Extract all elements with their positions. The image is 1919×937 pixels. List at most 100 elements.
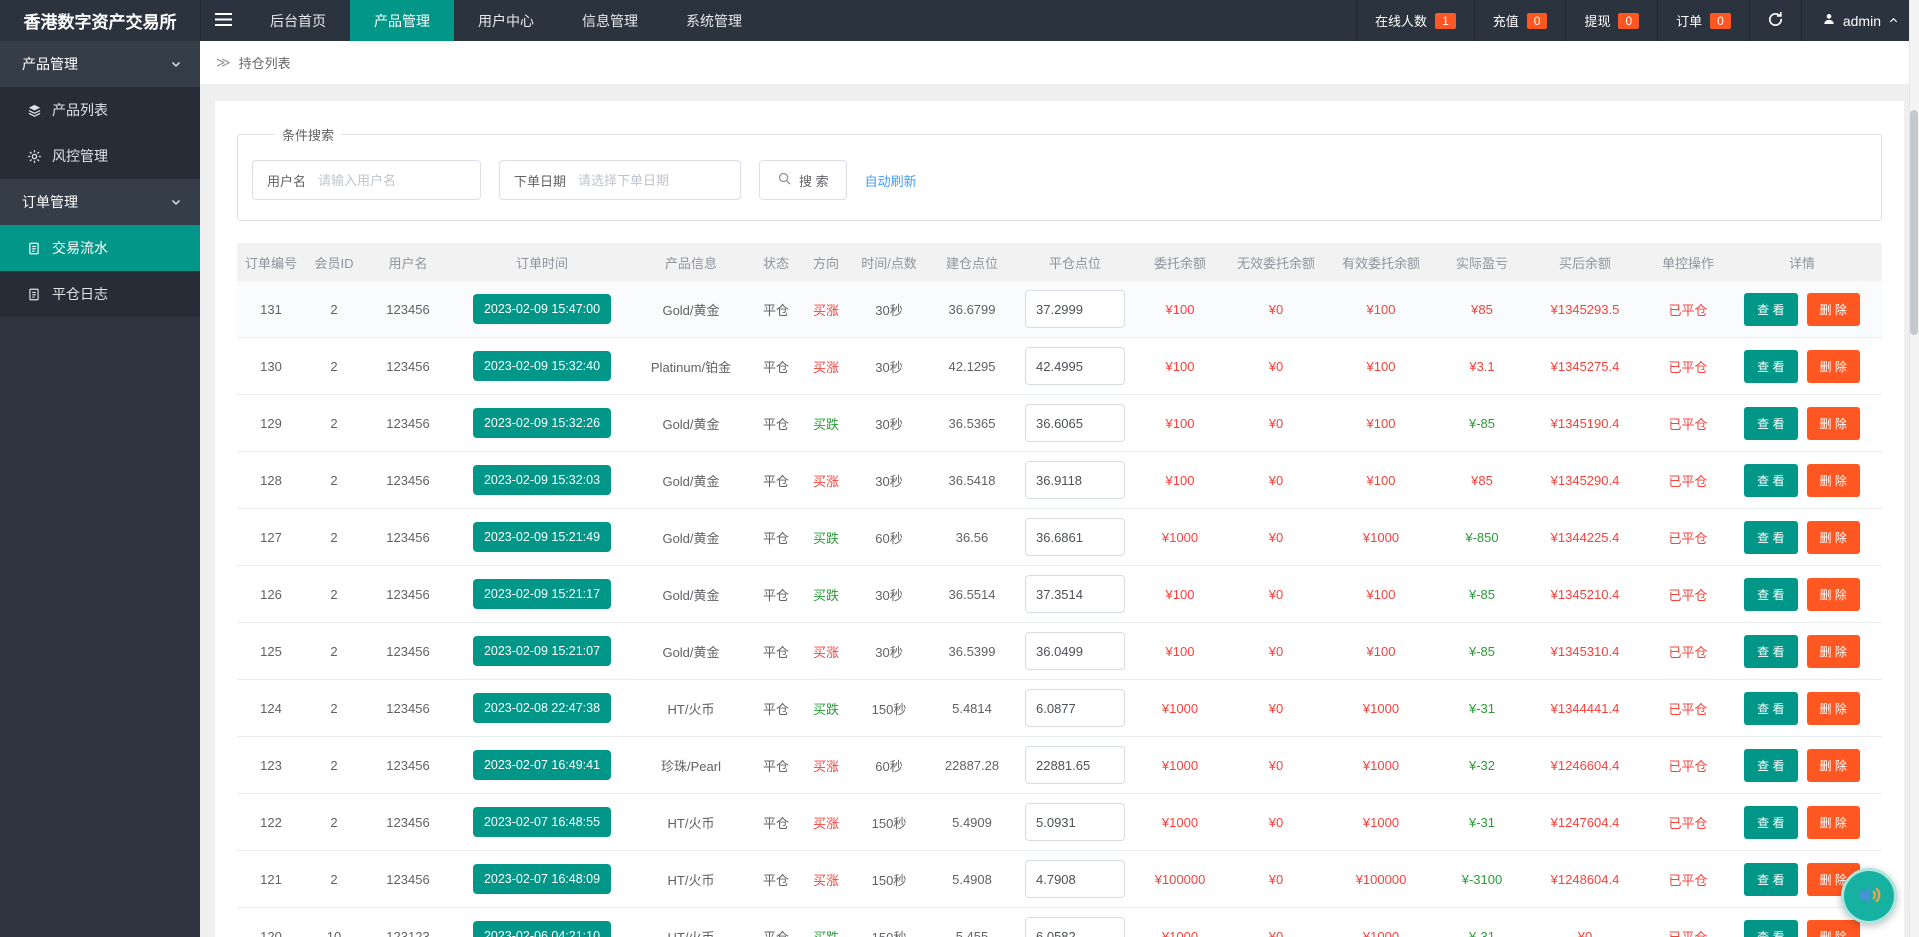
direction-text: 买跌 [812, 701, 839, 717]
nav-menu-item[interactable]: 产品管理 [350, 0, 454, 41]
after-buy-balance: ¥1248604.4 [1550, 871, 1620, 887]
nav-menu-item[interactable]: 用户中心 [454, 0, 558, 41]
close-point-input[interactable] [1025, 917, 1125, 937]
entrust-balance: ¥100 [1165, 415, 1195, 431]
after-buy-balance: ¥1345190.4 [1550, 415, 1620, 431]
nav-menu-item[interactable]: 系统管理 [662, 0, 766, 41]
close-point-input[interactable] [1025, 803, 1125, 841]
column-header: 无效委托余额 [1236, 255, 1315, 271]
delete-button[interactable]: 删 除 [1806, 577, 1860, 611]
control-status: 已平仓 [1668, 758, 1708, 774]
view-button[interactable]: 查 看 [1744, 919, 1798, 937]
nav-stat-item[interactable]: 在线人数 1 [1356, 0, 1474, 41]
view-button[interactable]: 查 看 [1744, 577, 1798, 611]
close-point-input[interactable] [1025, 461, 1125, 499]
nav-menu-item[interactable]: 信息管理 [558, 0, 662, 41]
close-point-input[interactable] [1025, 404, 1125, 442]
delete-button[interactable]: 删 除 [1806, 748, 1860, 782]
delete-button[interactable]: 删 除 [1806, 919, 1860, 937]
view-button[interactable]: 查 看 [1744, 292, 1798, 326]
username: 123456 [386, 415, 430, 431]
control-status: 已平仓 [1668, 872, 1708, 888]
nav-stat-item[interactable]: 充值 0 [1473, 0, 1566, 41]
view-button[interactable]: 查 看 [1744, 748, 1798, 782]
close-point-input[interactable] [1025, 347, 1125, 385]
view-button[interactable]: 查 看 [1744, 691, 1798, 725]
sidebar-item[interactable]: 产品列表 [0, 87, 200, 133]
close-point-input[interactable] [1025, 290, 1125, 328]
sidebar-item[interactable]: 交易流水 [0, 225, 200, 271]
stat-count-badge: 0 [1710, 12, 1731, 29]
username: 123456 [386, 814, 430, 830]
close-point-input[interactable] [1025, 575, 1125, 613]
valid-entrust-balance: ¥100 [1366, 586, 1396, 602]
column-header: 状态 [762, 255, 789, 271]
order-time-badge: 2023-02-08 22:47:38 [472, 693, 612, 723]
view-button[interactable]: 查 看 [1744, 463, 1798, 497]
voice-notify-button[interactable] [1841, 868, 1897, 924]
delete-button[interactable]: 删 除 [1806, 292, 1860, 326]
actual-pnl: ¥85 [1471, 301, 1493, 317]
status-text: 平仓 [762, 473, 789, 489]
valid-entrust-balance: ¥1000 [1362, 757, 1400, 773]
refresh-button[interactable] [1748, 0, 1801, 41]
delete-button[interactable]: 删 除 [1806, 805, 1860, 839]
view-button[interactable]: 查 看 [1744, 634, 1798, 668]
view-button[interactable]: 查 看 [1744, 520, 1798, 554]
member-id: 10 [326, 928, 342, 937]
column-header: 平仓点位 [1048, 255, 1101, 271]
direction-text: 买涨 [812, 758, 839, 774]
close-point-input[interactable] [1025, 518, 1125, 556]
after-buy-balance: ¥1246604.4 [1550, 757, 1620, 773]
delete-button[interactable]: 删 除 [1806, 406, 1860, 440]
nav-menu-item[interactable]: 后台首页 [246, 0, 350, 41]
close-point-input[interactable] [1025, 746, 1125, 784]
sidebar-item[interactable]: 风控管理 [0, 133, 200, 179]
view-button[interactable]: 查 看 [1744, 349, 1798, 383]
hamburger-button[interactable] [200, 0, 246, 41]
table-row: 129 2 123456 2023-02-09 15:32:26 Gold/黄金… [237, 395, 1882, 452]
document-icon [26, 287, 42, 302]
entrust-balance: ¥100 [1165, 358, 1195, 374]
delete-button[interactable]: 删 除 [1806, 520, 1860, 554]
order-time-badge: 2023-02-07 16:49:41 [472, 750, 612, 780]
stat-count-badge: 0 [1526, 12, 1548, 29]
delete-button[interactable]: 删 除 [1806, 691, 1860, 725]
duration-text: 150秒 [871, 929, 907, 937]
nav-stat-item[interactable]: 提现 0 [1565, 0, 1657, 41]
breadcrumb-chevrons-icon: ≫ [216, 54, 231, 70]
sidebar-item[interactable]: 平仓日志 [0, 271, 200, 317]
scrollbar-thumb[interactable] [1910, 110, 1918, 335]
delete-button[interactable]: 删 除 [1806, 463, 1860, 497]
member-id: 2 [330, 700, 338, 716]
close-point-input[interactable] [1025, 860, 1125, 898]
view-button[interactable]: 查 看 [1744, 805, 1798, 839]
invalid-entrust-balance: ¥0 [1268, 472, 1284, 488]
column-header: 详情 [1788, 255, 1815, 271]
close-point-input[interactable] [1025, 632, 1125, 670]
delete-button[interactable]: 删 除 [1806, 349, 1860, 383]
username-input[interactable] [312, 162, 481, 198]
actual-pnl: ¥-85 [1468, 643, 1496, 659]
search-button[interactable]: 搜 索 [759, 160, 847, 200]
product-info: Platinum/铂金 [650, 359, 732, 375]
duration-text: 150秒 [871, 872, 907, 888]
auto-refresh-link[interactable]: 自动刷新 [865, 171, 917, 190]
column-header: 有效委托余额 [1341, 255, 1420, 271]
control-status: 已平仓 [1668, 587, 1708, 603]
invalid-entrust-balance: ¥0 [1268, 757, 1284, 773]
view-button[interactable]: 查 看 [1744, 862, 1798, 896]
order-date-input[interactable] [572, 162, 741, 198]
sidebar-group-header[interactable]: 产品管理 [0, 41, 200, 87]
duration-text: 60秒 [875, 758, 903, 774]
delete-button[interactable]: 删 除 [1806, 634, 1860, 668]
username: 123456 [386, 358, 430, 374]
nav-stat-item[interactable]: 订单 0 [1657, 0, 1749, 41]
user-menu[interactable]: admin [1800, 0, 1919, 41]
invalid-entrust-balance: ¥0 [1268, 928, 1284, 937]
close-point-input[interactable] [1025, 689, 1125, 727]
view-button[interactable]: 查 看 [1744, 406, 1798, 440]
table-row: 121 2 123456 2023-02-07 16:48:09 HT/火币 平… [237, 851, 1882, 908]
open-point: 5.4909 [952, 814, 992, 830]
sidebar-group-header[interactable]: 订单管理 [0, 179, 200, 225]
